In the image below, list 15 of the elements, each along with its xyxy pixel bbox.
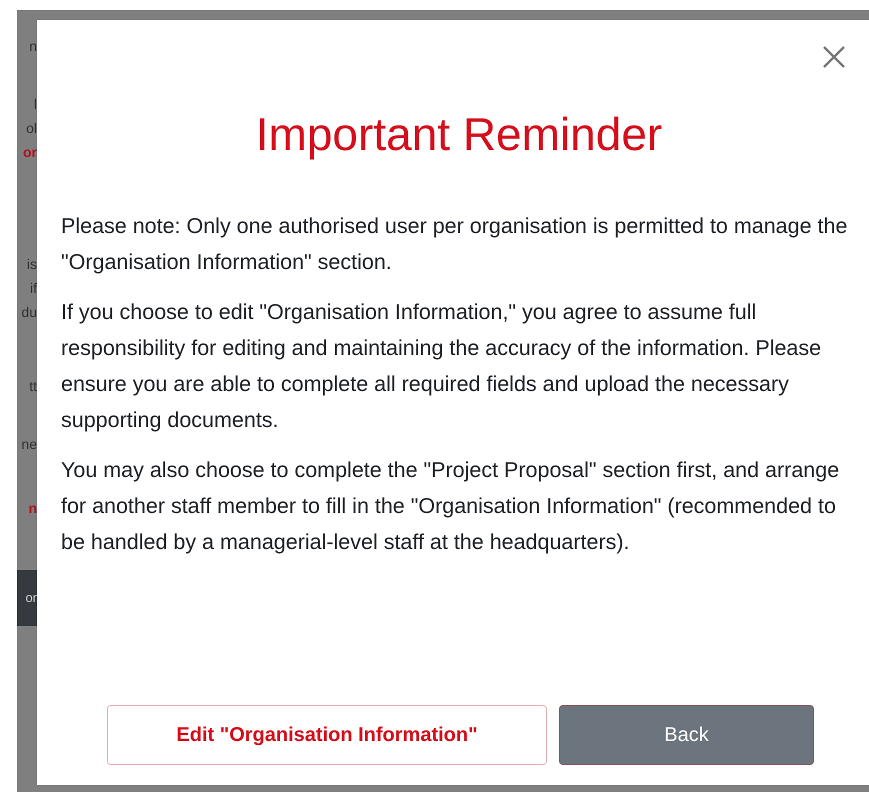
- dialog-title: Important Reminder: [254, 107, 664, 162]
- background-text: ol: [26, 119, 37, 138]
- background-text: l: [34, 95, 37, 114]
- close-icon: [822, 45, 846, 69]
- background-text: n: [29, 37, 37, 56]
- background-text: is: [26, 255, 37, 274]
- message-paragraph: Please note: Only one authorised user per organisation is permitted to manage the "Organisation Information" section.: [61, 213, 848, 276]
- edit-button[interactable]: Edit "Organisation Information": [107, 705, 547, 765]
- background-text: if: [30, 279, 37, 298]
- background-text: du: [21, 303, 37, 322]
- message-paragraph: If you choose to edit "Organisation Information," you agree to assume full responsibility for editing and maintaining the accuracy of the information. Please ensure you are able to complete all required fields and upload the necessary supporting documents.: [61, 299, 822, 434]
- back-button[interactable]: Back: [559, 705, 814, 765]
- message-paragraph: You may also choose to complete the "Project Proposal" section first, and arrange for another staff member to fill in the "Organisation Information" (recommended to be handled by a managerial-level staff at the headquarters).: [61, 457, 840, 556]
- background-text: tt: [29, 377, 37, 396]
- background-text: ne: [21, 435, 37, 454]
